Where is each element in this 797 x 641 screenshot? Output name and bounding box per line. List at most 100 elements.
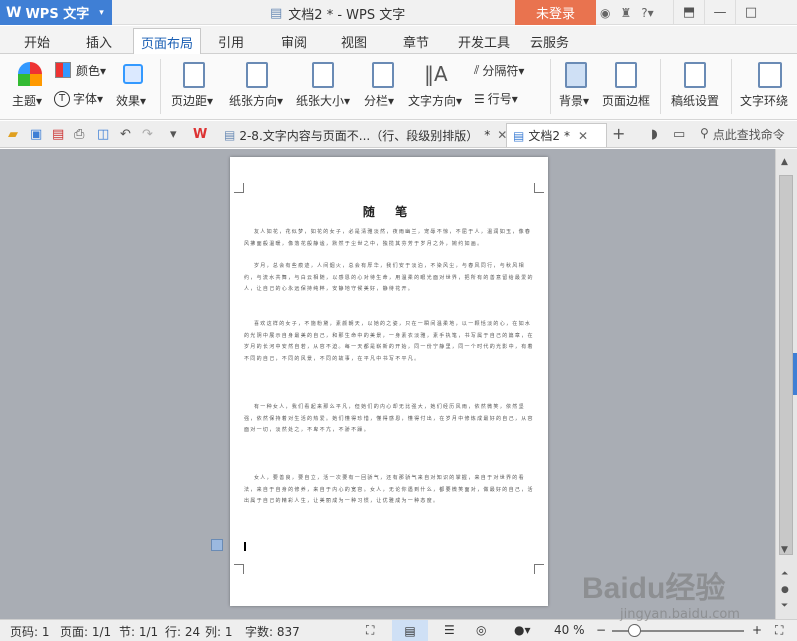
menu-bar: 开始 插入 页面布局 引用 审阅 视图 章节 开发工具 云服务 <box>0 26 797 55</box>
print-icon[interactable]: ⎙ <box>74 127 84 142</box>
zoom-level[interactable]: 40 % <box>554 623 585 637</box>
web-view-icon[interactable]: ◎ <box>476 623 486 637</box>
document-icon: ▤ <box>224 128 236 142</box>
login-button[interactable]: 未登录 <box>515 0 596 25</box>
scrollbar-thumb[interactable] <box>779 175 793 555</box>
zoom-slider-thumb[interactable] <box>628 624 641 637</box>
manuscript-button[interactable]: 稿纸设置 <box>671 92 719 109</box>
side-panel-handle[interactable] <box>793 353 797 395</box>
text-direction-icon: ‖A <box>424 62 448 86</box>
effects-button[interactable]: 效果 ▾ <box>116 92 146 109</box>
breaks-icon: ⫽ <box>474 63 480 77</box>
margins-button[interactable]: 页边距 ▾ <box>171 92 213 109</box>
paper-size-button[interactable]: 纸张大小 ▾ <box>296 92 350 109</box>
separator <box>731 59 732 114</box>
ribbon-page-layout: 主题 ▾ 颜色 ▾ T 字体 ▾ 效果 ▾ 页边距 ▾ 纸张方向 ▾ 纸张大小 ▾ 分栏 ▾ ‖A… <box>0 54 797 120</box>
tab-review[interactable]: 审阅 <box>281 32 307 51</box>
quick-access-toolbar: ▰ ▣ ▤ ⎙ ◫ ↶ ↷ ▾ W ▤ 2-8.文字内容与页面不...（行、段级… <box>0 121 797 148</box>
status-line: 行: 24 <box>165 625 201 639</box>
page-view-button[interactable]: ▤ <box>392 620 428 641</box>
page-view-icon[interactable]: ▭ <box>673 127 685 142</box>
baidu-watermark: Baidu经验 jingyan.baidu.com <box>582 572 740 622</box>
colors-button[interactable]: 颜色 ▾ <box>76 62 106 79</box>
tab-home[interactable]: 开始 <box>24 32 50 51</box>
new-tab-icon[interactable]: + <box>612 124 625 143</box>
paragraph: 岁月，总会有些痕迹，人间烟火，总会有厚华，我们安于淡泊，不染风尘，与春风同行，与… <box>244 263 534 292</box>
columns-button[interactable]: 分栏 ▾ <box>364 92 394 109</box>
theme-button[interactable]: 主题 ▾ <box>12 92 42 109</box>
open-icon[interactable]: ▰ <box>8 127 18 142</box>
margin-corner <box>534 564 544 574</box>
document-heading: 随 笔 <box>362 205 416 219</box>
document-icon: ▤ <box>270 6 283 21</box>
title-bar: W WPS 文字 ▾ ▤ 文档2 * - WPS 文字 未登录 ◉ ♜ ?▾ ⬒… <box>0 0 797 25</box>
tab-page-layout[interactable]: 页面布局 <box>133 28 202 55</box>
status-section: 节: 1/1 <box>119 625 159 639</box>
print-preview-icon[interactable]: ◫ <box>97 127 109 142</box>
orientation-button[interactable]: 纸张方向 ▾ <box>229 92 283 109</box>
restore-layout-icon[interactable]: ⬒ <box>673 0 704 25</box>
tab-references[interactable]: 引用 <box>218 32 244 51</box>
page-border-button[interactable]: 页面边框 <box>602 92 650 109</box>
status-pages: 页面: 1/1 <box>60 625 112 639</box>
text-direction-button[interactable]: 文字方向 ▾ <box>408 92 462 109</box>
background-button[interactable]: 背景 ▾ <box>559 92 589 109</box>
document-page[interactable]: 随 笔 友人如花，花似梦，如花的女子，必是清雅淡然，夜雨幽兰，宠辱不惊，不屈于人… <box>230 157 548 606</box>
tab-view[interactable]: 视图 <box>341 32 367 51</box>
fonts-button[interactable]: T 字体 ▾ <box>54 90 103 107</box>
theme-icon[interactable] <box>18 62 42 86</box>
wps-tab-icon[interactable]: W <box>193 127 207 142</box>
page-border-icon <box>615 62 637 88</box>
tab-cloud[interactable]: 云服务 <box>530 32 569 51</box>
window-title: ▤ 文档2 * - WPS 文字 <box>270 6 406 23</box>
close-icon[interactable]: ✕ <box>578 129 588 143</box>
command-search[interactable]: ⚲ 点此查找命令 <box>700 126 785 143</box>
fullscreen-icon[interactable]: ⛶ <box>366 623 374 638</box>
fit-page-icon[interactable]: ⛶ <box>775 623 783 638</box>
zoom-in-icon[interactable]: + <box>752 623 762 637</box>
vertical-scrollbar[interactable]: ▲ ▼ ⏶ ● ⏷ <box>775 149 797 619</box>
undo-icon[interactable]: ↶ <box>120 127 131 142</box>
status-word-count[interactable]: 字数: 837 <box>245 623 300 640</box>
background-icon <box>565 62 587 88</box>
read-mode-icon[interactable]: ●▾ <box>514 623 531 637</box>
zoom-out-icon[interactable]: − <box>596 623 606 637</box>
outline-view-icon[interactable]: ☰ <box>444 623 455 637</box>
export-pdf-icon[interactable]: ▤ <box>52 127 64 142</box>
manuscript-icon <box>684 62 706 88</box>
paragraph-marker-icon[interactable] <box>211 539 223 551</box>
paragraph: 有一种女人，我们看起来那么平凡，但她们的内心却无比强大，她们经历风雨，依然微笑，… <box>244 404 534 433</box>
skin-icon[interactable]: ◉ <box>600 6 610 20</box>
doc-tab-2[interactable]: ▤ 文档2 * ✕ <box>506 123 607 147</box>
shirt-icon[interactable]: ♜ <box>620 6 631 20</box>
text-wrap-button[interactable]: 文字环绕 <box>740 92 788 109</box>
window-controls: ⬒ — □ <box>673 0 766 25</box>
document-icon: ▤ <box>513 128 525 143</box>
help-icon[interactable]: ?▾ <box>641 6 653 20</box>
separator <box>160 59 161 114</box>
tab-list-icon[interactable]: ◗ <box>651 127 658 142</box>
tab-insert[interactable]: 插入 <box>86 32 112 51</box>
tab-developer[interactable]: 开发工具 <box>458 32 510 51</box>
paragraph: 女人，要善良，要自立，活一次要有一回骄气，还有那骄气来自对知识的掌握，来自于对世… <box>244 475 534 504</box>
minimize-button[interactable]: — <box>704 0 735 25</box>
text-wrap-icon <box>758 62 782 88</box>
status-column: 列: 1 <box>205 625 233 639</box>
status-page-number: 页码: 1 <box>10 625 50 639</box>
title-icons: ◉ ♜ ?▾ <box>600 0 654 25</box>
app-menu-button[interactable]: W WPS 文字 ▾ <box>0 0 112 25</box>
margin-corner <box>534 183 544 193</box>
maximize-button[interactable]: □ <box>735 0 766 25</box>
save-icon[interactable]: ▣ <box>30 127 42 142</box>
more-dropdown-icon[interactable]: ▾ <box>170 127 177 142</box>
paper-size-icon <box>312 62 334 88</box>
breaks-button[interactable]: ⫽ 分隔符 ▾ <box>474 62 524 79</box>
doc-tab-1[interactable]: ▤ 2-8.文字内容与页面不...（行、段级别排版） * ✕ <box>218 123 513 147</box>
tab-chapter[interactable]: 章节 <box>403 32 429 51</box>
text-cursor <box>244 542 246 551</box>
scroll-up-icon[interactable]: ▲ <box>781 157 788 167</box>
scroll-down-icon[interactable]: ▼ <box>781 545 788 555</box>
line-numbers-button[interactable]: ☰ 行号 ▾ <box>474 90 518 107</box>
redo-icon[interactable]: ↷ <box>142 127 153 142</box>
font-icon: T <box>54 90 70 107</box>
